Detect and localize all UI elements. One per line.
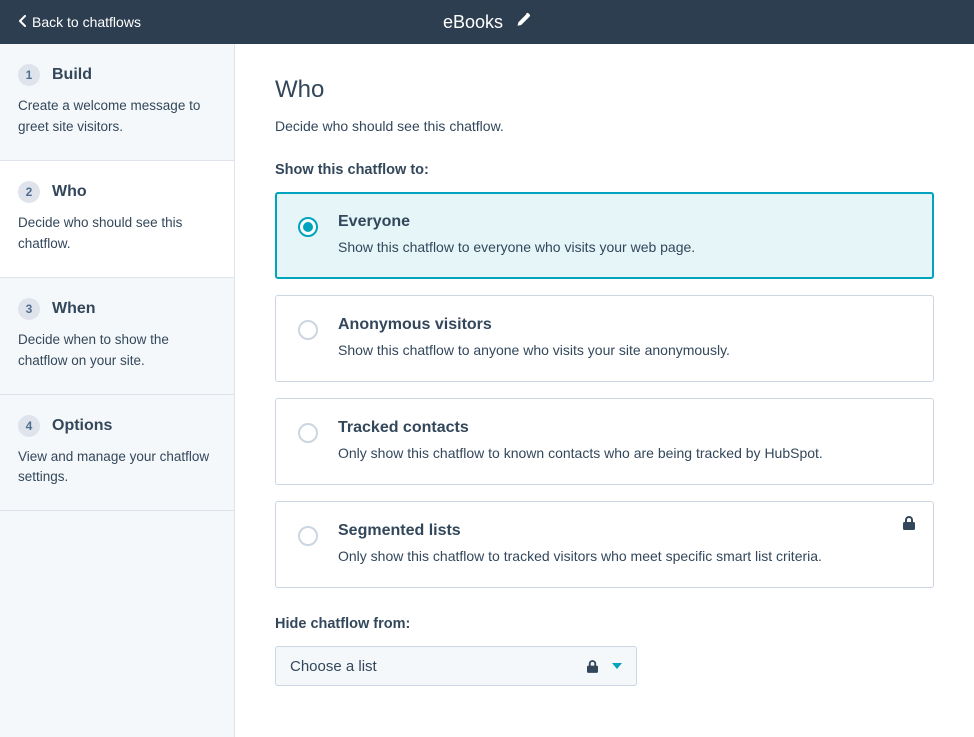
edit-icon[interactable] xyxy=(515,12,531,33)
sidebar-step-build[interactable]: 1 Build Create a welcome message to gree… xyxy=(0,44,234,161)
option-segmented-lists[interactable]: Segmented lists Only show this chatflow … xyxy=(275,501,934,588)
chatflow-title: eBooks xyxy=(443,12,503,33)
sidebar-step-who[interactable]: 2 Who Decide who should see this chatflo… xyxy=(0,161,234,278)
option-tracked-contacts[interactable]: Tracked contacts Only show this chatflow… xyxy=(275,398,934,485)
option-desc: Show this chatflow to anyone who visits … xyxy=(338,340,911,361)
step-desc: Decide who should see this chatflow. xyxy=(18,213,216,255)
select-placeholder: Choose a list xyxy=(290,658,377,675)
hide-from-select[interactable]: Choose a list xyxy=(275,646,637,686)
step-desc: Create a welcome message to greet site v… xyxy=(18,96,216,138)
page-title: Who xyxy=(275,76,934,104)
radio-anonymous[interactable] xyxy=(298,320,318,340)
back-to-chatflows-link[interactable]: Back to chatflows xyxy=(18,14,141,30)
option-anonymous-visitors[interactable]: Anonymous visitors Show this chatflow to… xyxy=(275,295,934,382)
step-title: Who xyxy=(52,183,87,201)
step-title: When xyxy=(52,300,96,318)
step-title: Options xyxy=(52,417,112,435)
main-panel: Who Decide who should see this chatflow.… xyxy=(235,44,974,737)
option-title: Anonymous visitors xyxy=(338,316,911,334)
option-desc: Only show this chatflow to known contact… xyxy=(338,443,911,464)
option-desc: Only show this chatflow to tracked visit… xyxy=(338,546,911,567)
lock-icon xyxy=(903,516,915,535)
step-number: 1 xyxy=(18,64,40,86)
radio-everyone[interactable] xyxy=(298,217,318,237)
step-number: 2 xyxy=(18,181,40,203)
chevron-left-icon xyxy=(18,14,26,30)
step-title: Build xyxy=(52,66,92,84)
show-to-label: Show this chatflow to: xyxy=(275,162,934,178)
option-title: Tracked contacts xyxy=(338,419,911,437)
option-title: Segmented lists xyxy=(338,522,911,540)
sidebar-step-when[interactable]: 3 When Decide when to show the chatflow … xyxy=(0,278,234,395)
sidebar-step-options[interactable]: 4 Options View and manage your chatflow … xyxy=(0,395,234,512)
page-subtitle: Decide who should see this chatflow. xyxy=(275,118,934,134)
step-number: 3 xyxy=(18,298,40,320)
lock-icon xyxy=(587,660,598,673)
step-desc: Decide when to show the chatflow on your… xyxy=(18,330,216,372)
option-everyone[interactable]: Everyone Show this chatflow to everyone … xyxy=(275,192,934,279)
radio-tracked[interactable] xyxy=(298,423,318,443)
topbar: Back to chatflows eBooks xyxy=(0,0,974,44)
chatflow-title-wrap: eBooks xyxy=(443,12,531,33)
back-label: Back to chatflows xyxy=(32,14,141,30)
step-desc: View and manage your chatflow settings. xyxy=(18,447,216,489)
option-desc: Show this chatflow to everyone who visit… xyxy=(338,237,911,258)
option-title: Everyone xyxy=(338,213,911,231)
step-number: 4 xyxy=(18,415,40,437)
sidebar: 1 Build Create a welcome message to gree… xyxy=(0,44,235,737)
caret-down-icon xyxy=(612,663,622,669)
hide-from-label: Hide chatflow from: xyxy=(275,616,934,632)
radio-segmented[interactable] xyxy=(298,526,318,546)
